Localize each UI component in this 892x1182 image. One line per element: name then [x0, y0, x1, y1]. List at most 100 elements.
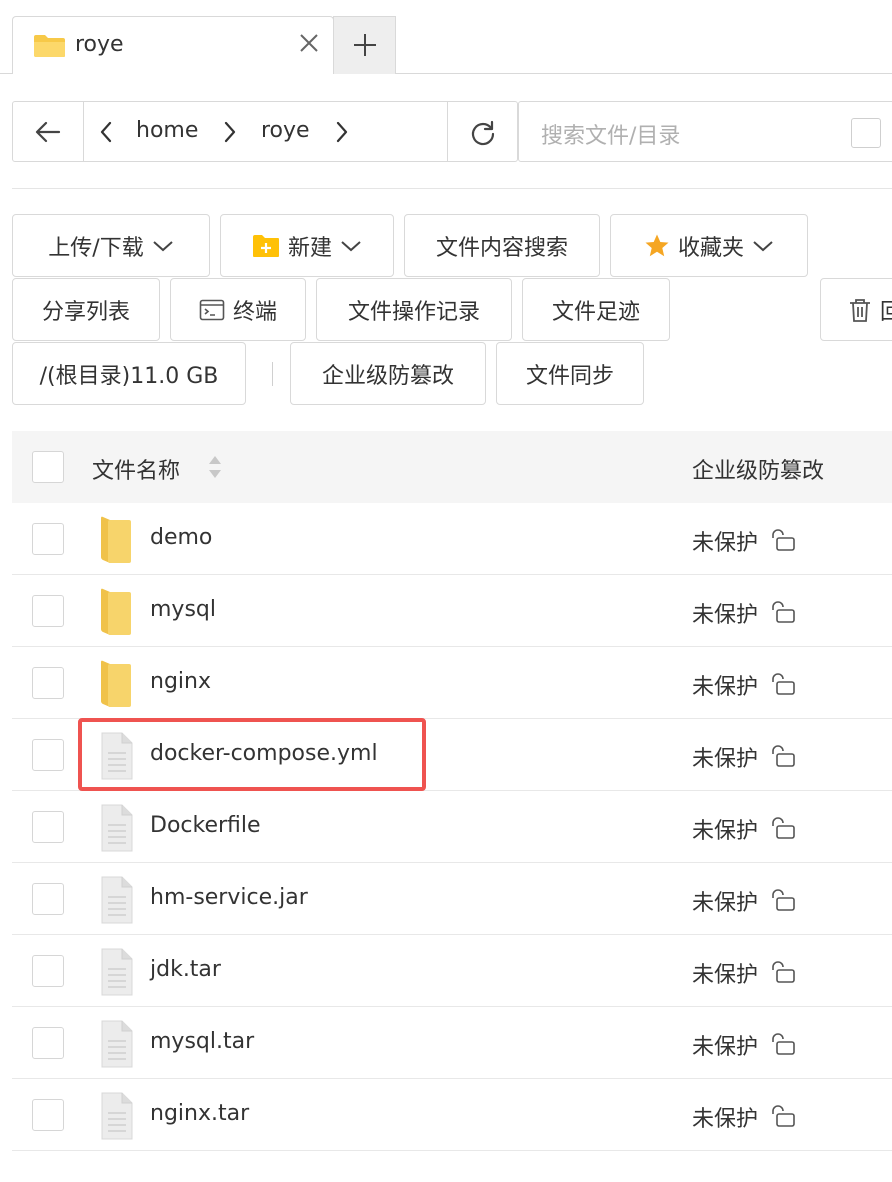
arrow-left-icon[interactable] — [35, 120, 61, 144]
folder-icon — [34, 35, 65, 57]
file-name[interactable]: mysql — [150, 597, 216, 622]
content-search-label: 文件内容搜索 — [435, 235, 568, 261]
unlock-icon[interactable] — [770, 817, 796, 839]
file-icon — [101, 876, 133, 924]
protect-status: 未保护 — [692, 675, 759, 700]
star-icon — [645, 234, 669, 256]
search-field[interactable]: 搜索文件/目录 — [518, 101, 892, 162]
file-name[interactable]: jdk.tar — [150, 957, 221, 982]
protect-status: 未保护 — [692, 819, 759, 844]
protect-status: 未保护 — [692, 963, 759, 988]
new-button[interactable]: 新建 — [220, 214, 394, 277]
terminal-button[interactable]: 终端 — [170, 278, 306, 341]
row-checkbox[interactable] — [32, 595, 64, 627]
new-folder-icon — [252, 234, 279, 257]
table-row[interactable]: mysql 未保护 — [12, 575, 892, 647]
path-divider — [83, 102, 84, 161]
op-log-button[interactable]: 文件操作记录 — [316, 278, 512, 341]
recycle-bin-label: 回收站 — [880, 294, 892, 326]
unlock-icon[interactable] — [770, 745, 796, 767]
plus-icon — [354, 34, 376, 56]
share-list-button[interactable]: 分享列表 — [12, 278, 160, 341]
file-sync-label: 文件同步 — [525, 363, 614, 389]
protect-status: 未保护 — [692, 891, 759, 916]
table-row[interactable]: Dockerfile 未保护 — [12, 791, 892, 863]
chevron-right-icon — [224, 121, 236, 143]
row-checkbox[interactable] — [32, 811, 64, 843]
highlight-box — [78, 718, 426, 791]
row-checkbox[interactable] — [32, 739, 64, 771]
unlock-icon[interactable] — [770, 601, 796, 623]
unlock-icon[interactable] — [770, 1105, 796, 1127]
breadcrumb-roye[interactable]: roye — [261, 118, 310, 143]
trash-icon — [850, 298, 870, 322]
path-bar: home roye — [12, 101, 518, 162]
chevron-left-icon[interactable] — [99, 120, 113, 144]
folder-icon — [101, 660, 131, 707]
protect-status: 未保护 — [692, 1107, 759, 1132]
table-row[interactable]: nginx 未保护 — [12, 647, 892, 719]
file-name[interactable]: nginx.tar — [150, 1101, 249, 1126]
table-row[interactable]: demo 未保护 — [12, 503, 892, 575]
content-search-button[interactable]: 文件内容搜索 — [404, 214, 600, 277]
file-name[interactable]: nginx — [150, 669, 211, 694]
footprint-button[interactable]: 文件足迹 — [522, 278, 670, 341]
footprint-label: 文件足迹 — [551, 299, 640, 325]
file-icon — [101, 1020, 133, 1068]
breadcrumb-home[interactable]: home — [136, 118, 198, 143]
tamper-proof-label: 企业级防篡改 — [321, 363, 454, 389]
new-tab-button[interactable] — [333, 16, 396, 74]
column-header-name[interactable]: 文件名称 — [92, 453, 180, 485]
row-checkbox[interactable] — [32, 955, 64, 987]
table-row[interactable]: hm-service.jar 未保护 — [12, 863, 892, 935]
disk-label: /(根目录)11.0 GB — [39, 363, 219, 389]
table-row[interactable]: nginx.tar 未保护 — [12, 1079, 892, 1151]
toolbar-separator — [272, 362, 273, 386]
search-option-checkbox[interactable] — [851, 118, 881, 148]
file-icon — [101, 948, 133, 996]
chevron-down-icon — [341, 240, 361, 251]
folder-icon — [101, 516, 131, 563]
unlock-icon[interactable] — [770, 529, 796, 551]
folder-icon — [101, 588, 131, 635]
unlock-icon[interactable] — [770, 673, 796, 695]
tab-title: roye — [75, 32, 124, 57]
favorites-button[interactable]: 收藏夹 — [610, 214, 808, 277]
file-name[interactable]: mysql.tar — [150, 1029, 254, 1054]
upload-download-button[interactable]: 上传/下载 — [12, 214, 210, 277]
file-name[interactable]: demo — [150, 525, 212, 550]
disk-button[interactable]: /(根目录)11.0 GB — [12, 342, 246, 405]
table-row[interactable]: jdk.tar 未保护 — [12, 935, 892, 1007]
refresh-icon[interactable] — [470, 120, 496, 146]
chevron-down-icon — [753, 240, 773, 251]
file-icon — [101, 804, 133, 852]
sort-icon[interactable] — [208, 453, 222, 481]
file-name[interactable]: hm-service.jar — [150, 885, 308, 910]
file-name[interactable]: Dockerfile — [150, 813, 261, 838]
protect-status: 未保护 — [692, 1035, 759, 1060]
tab-roye[interactable]: roye — [12, 16, 334, 74]
row-checkbox[interactable] — [32, 883, 64, 915]
recycle-bin-button[interactable]: 回收站 — [820, 278, 892, 341]
row-checkbox[interactable] — [32, 1027, 64, 1059]
table-row[interactable]: mysql.tar 未保护 — [12, 1007, 892, 1079]
unlock-icon[interactable] — [770, 961, 796, 983]
op-log-label: 文件操作记录 — [347, 299, 480, 325]
protect-status: 未保护 — [692, 531, 759, 556]
terminal-label: 终端 — [232, 299, 277, 325]
unlock-icon[interactable] — [770, 1033, 796, 1055]
column-header-protect: 企业级防篡改 — [692, 459, 825, 484]
row-checkbox[interactable] — [32, 523, 64, 555]
row-checkbox[interactable] — [32, 667, 64, 699]
row-checkbox[interactable] — [32, 1099, 64, 1131]
file-icon — [101, 1092, 133, 1140]
chevron-down-icon — [153, 240, 173, 251]
table-header: 文件名称 企业级防篡改 — [12, 431, 892, 503]
unlock-icon[interactable] — [770, 889, 796, 911]
new-label: 新建 — [287, 235, 332, 261]
share-list-label: 分享列表 — [41, 299, 130, 325]
select-all-checkbox[interactable] — [32, 451, 64, 483]
tamper-proof-button[interactable]: 企业级防篡改 — [290, 342, 486, 405]
close-icon[interactable] — [295, 29, 323, 57]
file-sync-button[interactable]: 文件同步 — [496, 342, 644, 405]
